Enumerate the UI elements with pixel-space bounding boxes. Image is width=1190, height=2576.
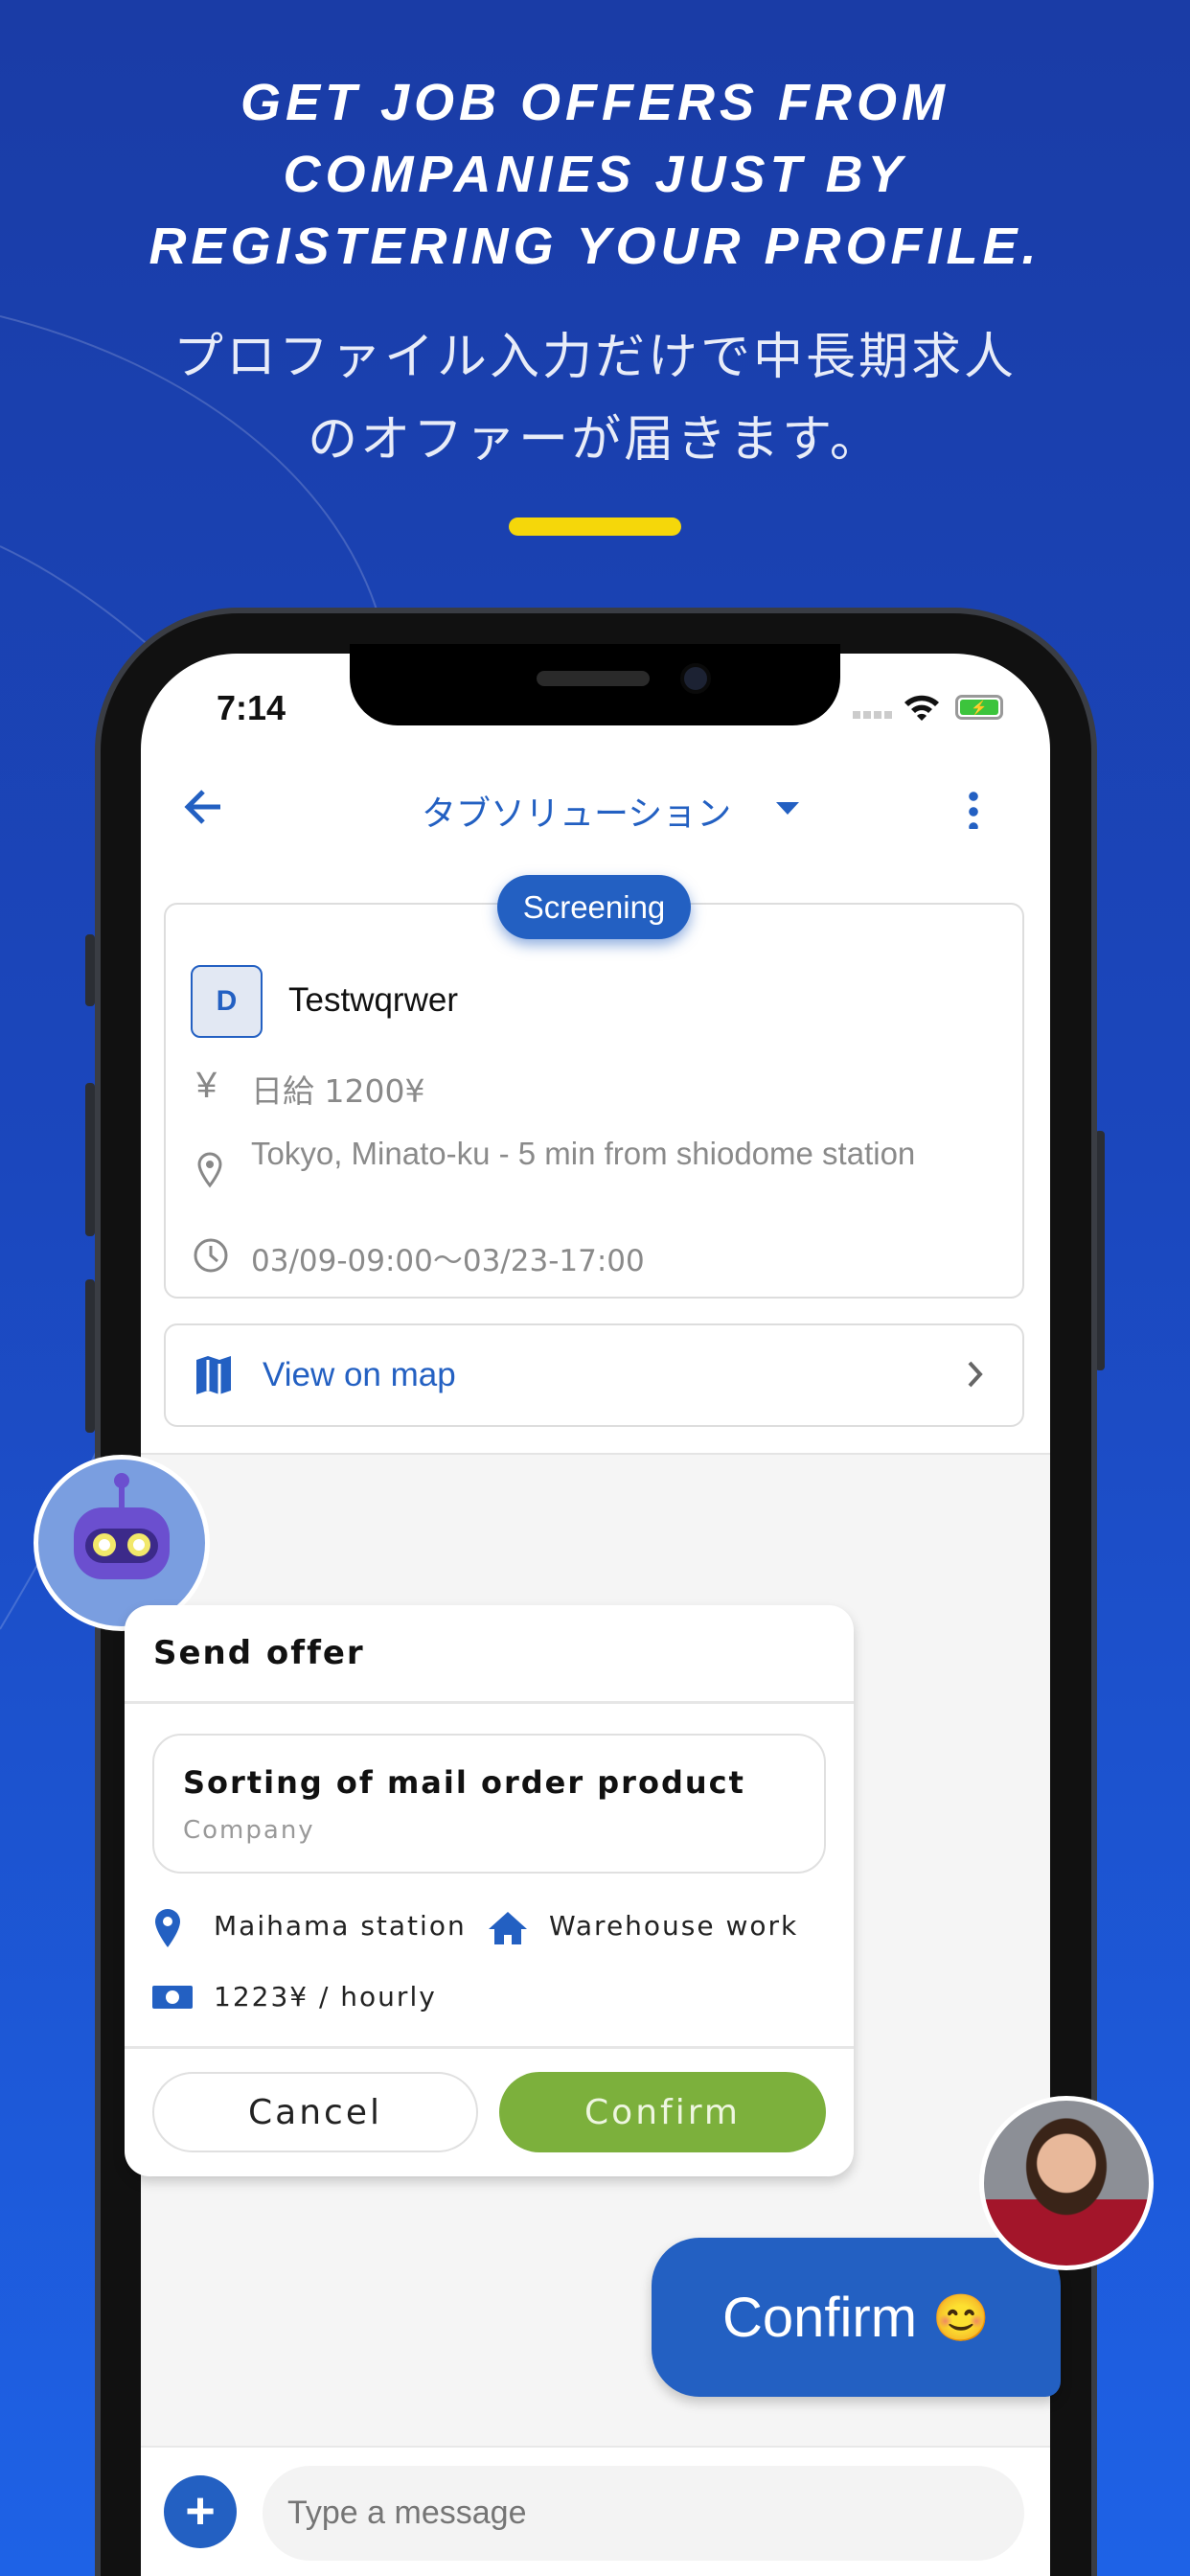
smile-emoji: 😊 xyxy=(932,2292,990,2344)
job-title: Sorting of mail order product xyxy=(183,1764,745,1801)
phone-side-button xyxy=(85,1083,95,1236)
subtitle-line: のオファーが届きます。 xyxy=(308,411,882,469)
location: Tokyo, Minato-ku - 5 min from shiodome s… xyxy=(251,1136,916,1171)
job-summary: Sorting of mail order product Company xyxy=(152,1734,826,1874)
clock-icon xyxy=(194,1238,228,1273)
period: 03/09-09:00～03/23-17:00 xyxy=(251,1244,645,1278)
promo-subtitle: プロファイル入力だけで中長期求人 のオファーが届きます。 xyxy=(19,316,1171,481)
phone-side-button xyxy=(85,934,95,1006)
message-input[interactable] xyxy=(263,2466,1024,2561)
reply-text: Confirm xyxy=(722,2286,918,2349)
divider xyxy=(125,1701,854,1704)
offer-card: Send offer Sorting of mail order product… xyxy=(125,1605,854,2176)
caret-down-icon[interactable] xyxy=(776,802,799,815)
accent-bar xyxy=(509,518,681,536)
view-on-map-label[interactable]: View on map xyxy=(263,1356,456,1394)
add-attachment-button[interactable]: + xyxy=(164,2475,237,2548)
subtitle-line: プロファイル入力だけで中長期求人 xyxy=(172,329,1017,386)
camera xyxy=(680,663,711,694)
wifi-icon xyxy=(904,695,939,721)
promo-headline: Get job offers from companies just by re… xyxy=(19,67,1171,283)
robot-icon xyxy=(74,1473,170,1579)
headline-line: registering your profile. xyxy=(149,218,1041,275)
category: Warehouse work xyxy=(549,1910,799,1942)
home-icon xyxy=(489,1912,527,1944)
arrow-left-icon[interactable] xyxy=(182,788,224,826)
cancel-button[interactable]: Cancel xyxy=(152,2072,478,2152)
nav-title[interactable]: タブソリューション xyxy=(422,786,731,836)
speaker xyxy=(537,671,650,686)
headline-line: Get job offers from xyxy=(240,74,950,131)
phone-side-button xyxy=(85,1279,95,1433)
signal-icon xyxy=(853,711,893,719)
salary: 日給 1200¥ xyxy=(251,1072,425,1110)
status-badge: Screening xyxy=(497,875,691,939)
battery-charging-icon: ⚡ xyxy=(955,695,1003,720)
phone-notch xyxy=(350,644,840,725)
company: Company xyxy=(183,1816,315,1845)
more-vertical-icon[interactable] xyxy=(969,789,978,829)
map-marker-icon xyxy=(155,1909,180,1947)
yen-icon: ¥ xyxy=(196,1066,217,1106)
company-avatar: D xyxy=(191,965,263,1038)
wage: 1223¥ / hourly xyxy=(214,1981,437,2012)
confirm-button[interactable]: Confirm xyxy=(499,2072,826,2152)
money-icon xyxy=(152,1986,193,2009)
candidate-name: Testwqrwer xyxy=(288,981,458,1019)
location-pin-icon xyxy=(197,1152,222,1188)
user-avatar xyxy=(979,2096,1154,2270)
divider xyxy=(125,2046,854,2049)
headline-line: companies just by xyxy=(283,146,907,203)
reply-bubble: Confirm 😊 xyxy=(652,2238,1061,2397)
station: Maihama station xyxy=(214,1910,467,1942)
map-icon xyxy=(196,1356,231,1394)
chevron-right-icon[interactable] xyxy=(966,1360,985,1389)
offer-title: Send offer xyxy=(153,1634,365,1672)
status-time: 7:14 xyxy=(217,688,286,727)
